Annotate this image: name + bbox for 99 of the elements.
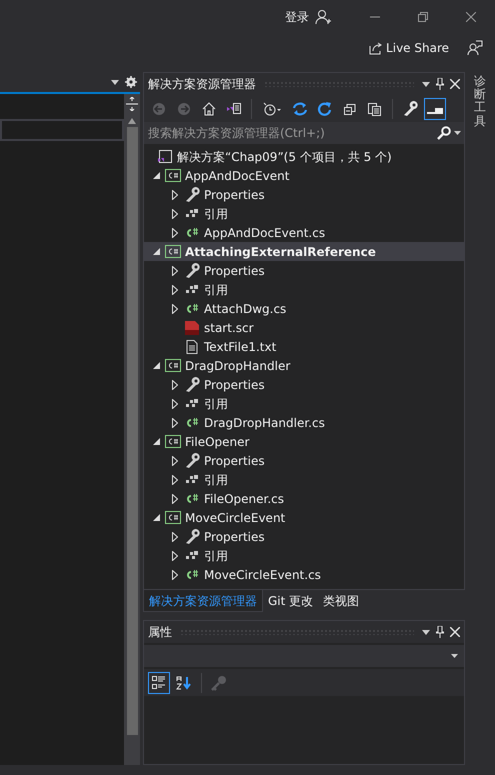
tree-item[interactable]: TextFile1.txt <box>144 337 464 356</box>
side-tab[interactable]: 诊断工具 <box>474 75 486 128</box>
back-icon <box>151 100 167 116</box>
tree-item[interactable]: Properties <box>144 527 464 546</box>
collapsed-arrow-icon[interactable] <box>172 190 178 200</box>
collapsed-arrow-icon[interactable] <box>172 304 178 314</box>
collapsed-arrow-icon[interactable] <box>172 266 178 276</box>
solution-icon <box>157 148 173 164</box>
expanded-arrow-icon[interactable] <box>152 438 160 445</box>
copy-files-icon <box>367 100 383 116</box>
collapsed-arrow-icon[interactable] <box>172 208 178 218</box>
tree-item[interactable]: DragDropHandler.cs <box>144 413 464 432</box>
dropdown-caret-icon <box>451 654 458 658</box>
wrench-icon <box>402 100 418 116</box>
tree-item[interactable]: Properties <box>144 261 464 280</box>
home-icon <box>201 100 217 116</box>
close-icon <box>466 12 476 22</box>
tree-item[interactable]: 引用 <box>144 394 464 413</box>
expanded-arrow-icon[interactable] <box>152 172 160 179</box>
tree-item[interactable]: DragDropHandler <box>144 356 464 375</box>
dropdown-caret-icon[interactable] <box>454 131 461 135</box>
tree-item[interactable]: AttachingExternalReference <box>144 242 464 261</box>
tree-item[interactable]: Properties <box>144 451 464 470</box>
wrench-icon <box>184 376 200 392</box>
collapsed-arrow-icon[interactable] <box>172 456 178 466</box>
tree-item[interactable]: start.scr <box>144 318 464 337</box>
collapsed-arrow-icon[interactable] <box>172 284 178 294</box>
tree-item[interactable]: 引用 <box>144 546 464 565</box>
dropdown-caret-icon[interactable] <box>422 630 430 634</box>
tree-item[interactable]: AppAndDocEvent.cs <box>144 223 464 242</box>
tree-item[interactable]: MoveCircleEvent.cs <box>144 565 464 584</box>
tree-item[interactable]: 解决方案“Chap09”(5 个项目，共 5 个) <box>144 147 464 166</box>
history-icon <box>262 100 282 116</box>
forward-icon <box>176 100 192 116</box>
categorized-icon <box>151 674 167 690</box>
panel-tab[interactable]: 类视图 <box>318 590 364 612</box>
collapsed-arrow-icon[interactable] <box>172 418 178 428</box>
pin-icon[interactable] <box>436 626 444 638</box>
tree-item[interactable]: FileOpener <box>144 432 464 451</box>
csharp-project-icon <box>165 168 181 184</box>
live-share-button[interactable]: Live Share <box>369 38 449 56</box>
user-add-icon[interactable] <box>315 8 331 24</box>
script-file-icon <box>184 320 200 336</box>
panel-tab[interactable]: Git 更改 <box>263 590 318 612</box>
key-icon <box>211 674 227 690</box>
scroll-up-icon[interactable] <box>128 118 136 124</box>
tree-item[interactable]: FileOpener.cs <box>144 489 464 508</box>
collapsed-arrow-icon[interactable] <box>172 494 178 504</box>
split-icon[interactable] <box>126 96 138 111</box>
search-icon[interactable] <box>437 126 451 140</box>
collapsed-arrow-icon[interactable] <box>172 228 178 238</box>
tree-item[interactable]: MoveCircleEvent <box>144 508 464 527</box>
collapsed-arrow-icon[interactable] <box>172 550 178 560</box>
dropdown-caret-icon[interactable] <box>422 82 430 86</box>
wrench-icon <box>184 262 200 278</box>
collapsed-arrow-icon[interactable] <box>172 380 178 390</box>
collapsed-arrow-icon[interactable] <box>172 570 178 580</box>
expanded-arrow-icon[interactable] <box>152 362 160 369</box>
panel-title: 属性 <box>148 624 172 641</box>
pin-icon[interactable] <box>436 78 444 90</box>
tree-item[interactable]: Properties <box>144 375 464 394</box>
editor-field[interactable] <box>0 119 124 141</box>
search-field[interactable]: 搜索解决方案资源管理器(Ctrl+;) <box>144 122 437 144</box>
sign-in-link[interactable]: 登录 <box>285 8 309 26</box>
sort-alphabetical-icon <box>176 674 192 690</box>
collapsed-arrow-icon[interactable] <box>172 398 178 408</box>
settings-icon[interactable] <box>125 76 137 88</box>
panel-title: 解决方案资源管理器 <box>148 76 256 93</box>
expanded-arrow-icon[interactable] <box>152 248 160 255</box>
csharp-project-icon <box>165 244 181 260</box>
wrench-icon <box>184 528 200 544</box>
preview-button[interactable] <box>424 98 446 120</box>
sync-icon <box>292 100 308 116</box>
tree-item[interactable]: 引用 <box>144 470 464 489</box>
feedback-icon[interactable] <box>467 40 483 56</box>
csharp-project-icon <box>165 510 181 526</box>
tree-item[interactable]: AttachDwg.cs <box>144 299 464 318</box>
text-file-icon <box>184 338 200 354</box>
csharp-project-icon <box>165 358 181 374</box>
tree-item[interactable]: Properties <box>144 185 464 204</box>
collapsed-arrow-icon[interactable] <box>172 532 178 542</box>
close-icon[interactable] <box>450 627 460 637</box>
categorized-button[interactable] <box>148 672 170 694</box>
document-switch-icon <box>226 100 242 116</box>
tree-item[interactable]: 引用 <box>144 204 464 223</box>
panel-tab[interactable]: 解决方案资源管理器 <box>143 590 263 612</box>
expanded-arrow-icon[interactable] <box>152 514 160 521</box>
search-button[interactable] <box>437 122 464 144</box>
share-icon <box>369 40 384 54</box>
restore-icon <box>418 12 428 22</box>
wrench-icon <box>184 186 200 202</box>
dropdown-caret-icon[interactable] <box>111 80 119 84</box>
csharp-project-icon <box>165 434 181 450</box>
close-icon[interactable] <box>450 79 460 89</box>
tree-item[interactable]: AppAndDocEvent <box>144 166 464 185</box>
wrench-icon <box>184 452 200 468</box>
tree-item[interactable]: 引用 <box>144 280 464 299</box>
collapsed-arrow-icon[interactable] <box>172 474 178 484</box>
refresh-icon <box>317 100 333 116</box>
